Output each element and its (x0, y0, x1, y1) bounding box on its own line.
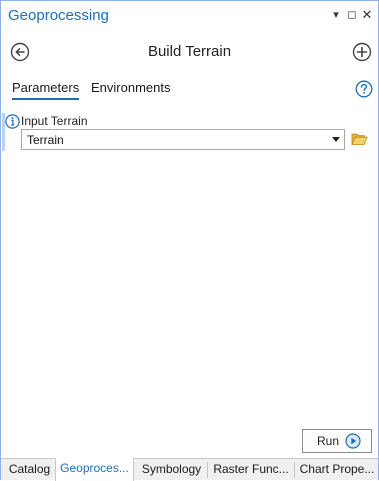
close-icon[interactable]: ✕ (360, 7, 374, 23)
run-button[interactable]: Run (302, 429, 372, 453)
play-icon (345, 433, 361, 449)
info-icon[interactable] (5, 114, 20, 129)
tab-environments[interactable]: Environments (91, 80, 170, 98)
maximize-icon[interactable]: ◻ (345, 7, 359, 23)
chevron-down-icon[interactable]: ▾ (329, 7, 343, 23)
add-icon[interactable] (352, 42, 372, 62)
input-terrain-select[interactable]: Terrain (21, 129, 345, 150)
tab-catalog[interactable]: Catalog (5, 459, 54, 481)
tab-parameters[interactable]: Parameters (12, 80, 80, 100)
tab-chart-properties[interactable]: Chart Prope... (297, 459, 377, 481)
tab-geoprocessing[interactable]: Geoproces... (55, 458, 134, 481)
geoprocessing-pane: Geoprocessing ▾ ◻ ✕ Build Terrain Parame… (0, 0, 379, 481)
input-terrain-label: Input Terrain (21, 114, 88, 128)
input-terrain-value: Terrain (27, 133, 64, 147)
tab-divider (294, 462, 295, 478)
chevron-down-icon (332, 137, 340, 142)
folder-icon[interactable] (351, 132, 368, 146)
help-icon[interactable] (355, 80, 373, 98)
tab-symbology[interactable]: Symbology (138, 459, 205, 481)
run-button-label: Run (317, 434, 340, 448)
tool-title: Build Terrain (147, 43, 232, 60)
tab-raster-functions[interactable]: Raster Func... (210, 459, 292, 481)
pane-title: Geoprocessing (8, 7, 109, 24)
bottom-tab-strip: Catalog Geoproces... Symbology Raster Fu… (1, 458, 378, 481)
pane-titlebar: Geoprocessing ▾ ◻ ✕ (1, 1, 378, 31)
tab-divider (207, 462, 208, 478)
